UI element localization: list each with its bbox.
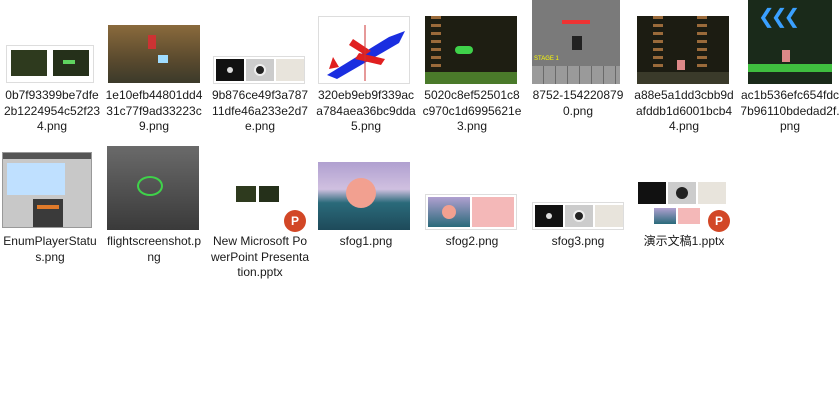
file-name: EnumPlayerStatus.png [3, 234, 97, 264]
file-name: sfog3.png [551, 234, 605, 248]
file-thumbnail [0, 146, 100, 230]
file-item[interactable]: a88e5a1dd3cbb9dafddb1d6001bcb44.png [634, 0, 734, 133]
file-thumbnail [104, 0, 204, 84]
file-item[interactable]: ❮❮❮ ac1b536efc654fdc7b96110bdedad2f.png [740, 0, 839, 133]
file-thumbnail [210, 0, 310, 84]
file-name: ac1b536efc654fdc7b96110bdedad2f.png [740, 88, 839, 133]
file-item[interactable]: 9b876ce49f3a78711dfe46a233e2d7e.png [210, 0, 310, 133]
file-thumbnail [634, 0, 734, 84]
file-name: sfog1.png [339, 234, 393, 248]
file-name: 9b876ce49f3a78711dfe46a233e2d7e.png [211, 88, 309, 133]
file-name: 320eb9eb9f339aca784aea36bc9dda5.png [316, 88, 416, 133]
file-thumbnail [2, 0, 102, 84]
file-item[interactable]: STAGE 1 8752-1542208790.png [528, 0, 628, 118]
file-item[interactable]: flightscreenshot.png [104, 146, 204, 264]
file-thumbnail: P [634, 146, 734, 232]
chevron-left-icon: ❮❮❮ [758, 6, 800, 28]
airplane-diagram [327, 25, 405, 81]
file-item[interactable]: P New Microsoft PowerPoint Presentation.… [210, 146, 310, 279]
file-name: 1e10efb44801dd431c77f9ad33223c9.png [105, 88, 203, 133]
file-name: sfog2.png [445, 234, 499, 248]
file-item[interactable]: sfog1.png [316, 146, 416, 248]
file-item[interactable]: 1e10efb44801dd431c77f9ad33223c9.png [104, 0, 204, 133]
file-item[interactable]: P 演示文稿1.pptx [634, 146, 734, 248]
file-thumbnail: P [210, 146, 310, 232]
file-thumbnail [316, 0, 416, 84]
file-name: flightscreenshot.png [106, 234, 202, 264]
file-thumbnail [104, 146, 204, 230]
file-item[interactable]: 0b7f93399be7dfe2b1224954c52f234.png [2, 0, 102, 133]
file-name: 0b7f93399be7dfe2b1224954c52f234.png [3, 88, 101, 133]
file-item[interactable]: 5020c8ef52501c8c970c1d6995621e3.png [422, 0, 522, 133]
file-name: 演示文稿1.pptx [643, 234, 725, 248]
file-name: a88e5a1dd3cbb9dafddb1d6001bcb44.png [634, 88, 734, 133]
file-item[interactable]: sfog3.png [528, 146, 628, 248]
file-item[interactable]: sfog2.png [422, 146, 522, 248]
file-item[interactable]: EnumPlayerStatus.png [0, 146, 100, 264]
file-thumbnail: ❮❮❮ [740, 0, 839, 84]
file-item[interactable]: 320eb9eb9f339aca784aea36bc9dda5.png [316, 0, 416, 133]
file-thumbnail [528, 146, 628, 230]
file-thumbnail [316, 146, 416, 230]
powerpoint-icon: P [708, 210, 730, 232]
powerpoint-icon: P [284, 210, 306, 232]
file-thumbnail: STAGE 1 [528, 0, 628, 84]
file-thumbnail [422, 146, 522, 230]
file-name: 5020c8ef52501c8c970c1d6995621e3.png [422, 88, 522, 133]
file-name: 8752-1542208790.png [532, 88, 624, 118]
file-thumbnail [422, 0, 522, 84]
stage-label: STAGE 1 [534, 56, 559, 62]
file-name: New Microsoft PowerPoint Presentation.pp… [210, 234, 310, 279]
